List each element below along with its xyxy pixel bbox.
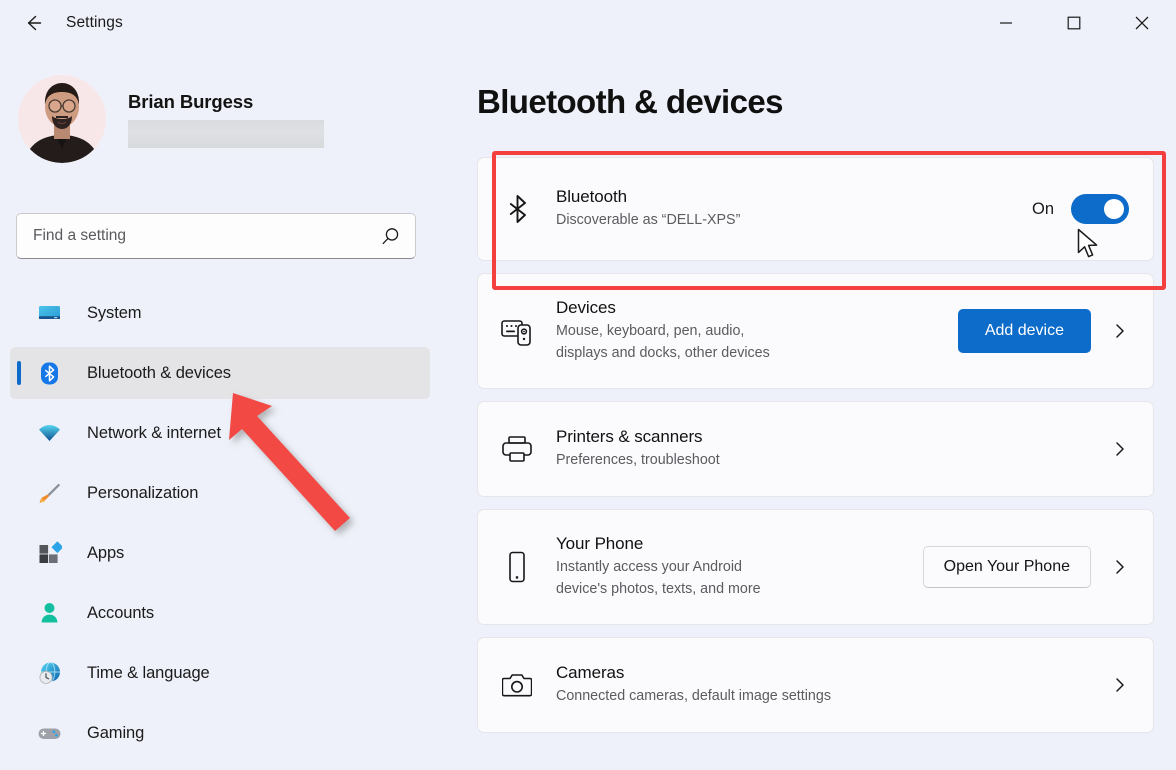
toggle-knob	[1104, 199, 1124, 219]
bluetooth-glyph-icon	[500, 194, 534, 224]
sidebar-item-label: Network & internet	[87, 423, 221, 442]
account-name: Brian Burgess	[128, 90, 254, 112]
card-subtitle: Mouse, keyboard, pen, audio, displays an…	[556, 323, 770, 361]
sidebar-item-time-language[interactable]: Time & language	[10, 647, 430, 699]
sidebar-item-accounts[interactable]: Accounts	[10, 587, 430, 639]
sidebar: Brian Burgess System	[0, 45, 450, 770]
card-subtitle: Discoverable as “DELL-XPS”	[556, 211, 741, 228]
close-button[interactable]	[1108, 0, 1176, 45]
chevron-right-icon[interactable]	[1105, 322, 1135, 340]
paintbrush-icon	[36, 480, 62, 506]
apps-blocks-icon	[36, 540, 62, 566]
cameras-card-text: Cameras Connected cameras, default image…	[556, 663, 1105, 707]
bluetooth-card-text: Bluetooth Discoverable as “DELL-XPS”	[556, 187, 1032, 231]
sidebar-item-label: Personalization	[87, 483, 199, 502]
sidebar-item-network-internet[interactable]: Network & internet	[10, 407, 430, 459]
minimize-button[interactable]	[972, 0, 1040, 45]
account-text: Brian Burgess	[128, 91, 324, 148]
phone-icon	[500, 551, 534, 583]
back-button[interactable]	[12, 7, 54, 39]
main-content: Bluetooth & devices Bluetooth Discoverab…	[450, 45, 1176, 770]
keyboard-mouse-icon	[500, 316, 534, 346]
minimize-icon	[1000, 21, 1012, 24]
card-title: Cameras	[556, 662, 625, 682]
search-input[interactable]	[33, 227, 380, 245]
avatar[interactable]	[18, 75, 106, 163]
app-title: Settings	[66, 13, 123, 31]
devices-card-text: Devices Mouse, keyboard, pen, audio, dis…	[556, 298, 958, 363]
bluetooth-toggle[interactable]	[1071, 194, 1129, 224]
sidebar-item-label: System	[87, 303, 142, 322]
open-your-phone-button[interactable]: Open Your Phone	[922, 546, 1091, 588]
page-title: Bluetooth & devices	[477, 83, 783, 120]
bluetooth-card[interactable]: Bluetooth Discoverable as “DELL-XPS” On	[477, 157, 1154, 261]
add-device-button[interactable]: Add device	[957, 309, 1091, 353]
sidebar-item-system[interactable]: System	[10, 287, 430, 339]
close-icon	[1135, 16, 1149, 29]
account-summary[interactable]: Brian Burgess	[18, 75, 450, 163]
sidebar-item-label: Bluetooth & devices	[87, 363, 231, 382]
printers-card-text: Printers & scanners Preferences, trouble…	[556, 427, 1105, 471]
maximize-icon	[1067, 16, 1081, 29]
card-title: Devices	[556, 298, 616, 318]
sidebar-item-label: Time & language	[87, 663, 210, 682]
system-monitor-icon	[36, 300, 62, 326]
wifi-icon	[36, 420, 62, 446]
search-icon[interactable]	[380, 226, 401, 247]
chevron-right-icon[interactable]	[1105, 558, 1135, 576]
cameras-card[interactable]: Cameras Connected cameras, default image…	[477, 637, 1154, 733]
sidebar-item-label: Gaming	[87, 723, 145, 742]
card-title: Printers & scanners	[556, 426, 703, 446]
maximize-button[interactable]	[1040, 0, 1108, 45]
search-box[interactable]	[16, 213, 416, 259]
camera-icon	[500, 672, 534, 698]
back-arrow-icon	[27, 15, 42, 30]
bluetooth-icon	[36, 360, 62, 386]
your-phone-card-text: Your Phone Instantly access your Android…	[556, 534, 923, 599]
card-title: Bluetooth	[556, 186, 627, 206]
sidebar-nav: System Bluetooth & devices Network & int…	[10, 287, 430, 767]
sidebar-item-label: Apps	[87, 543, 125, 562]
account-email-redacted	[128, 119, 324, 148]
settings-card-list: Bluetooth Discoverable as “DELL-XPS” On	[477, 157, 1154, 745]
sidebar-item-apps[interactable]: Apps	[10, 527, 430, 579]
devices-card[interactable]: Devices Mouse, keyboard, pen, audio, dis…	[477, 273, 1154, 389]
window-title-bar: Settings	[0, 0, 1176, 45]
window-controls	[972, 0, 1176, 45]
gamepad-icon	[36, 720, 62, 746]
person-icon	[36, 600, 62, 626]
printers-scanners-card[interactable]: Printers & scanners Preferences, trouble…	[477, 401, 1154, 497]
printer-icon	[500, 435, 534, 463]
card-title: Your Phone	[556, 534, 644, 554]
chevron-right-icon[interactable]	[1105, 676, 1135, 694]
card-subtitle: Instantly access your Android device's p…	[556, 559, 761, 597]
sidebar-item-personalization[interactable]: Personalization	[10, 467, 430, 519]
card-subtitle: Preferences, troubleshoot	[556, 451, 720, 468]
chevron-right-icon[interactable]	[1105, 440, 1135, 458]
sidebar-item-gaming[interactable]: Gaming	[10, 707, 430, 759]
card-subtitle: Connected cameras, default image setting…	[556, 687, 831, 704]
bluetooth-toggle-state: On	[1031, 199, 1054, 218]
your-phone-card[interactable]: Your Phone Instantly access your Android…	[477, 509, 1154, 625]
user-avatar-photo	[18, 75, 106, 163]
globe-clock-icon	[36, 660, 62, 686]
bluetooth-toggle-group: On	[1032, 194, 1129, 224]
sidebar-item-label: Accounts	[87, 603, 155, 622]
sidebar-item-bluetooth-devices[interactable]: Bluetooth & devices	[10, 347, 430, 399]
